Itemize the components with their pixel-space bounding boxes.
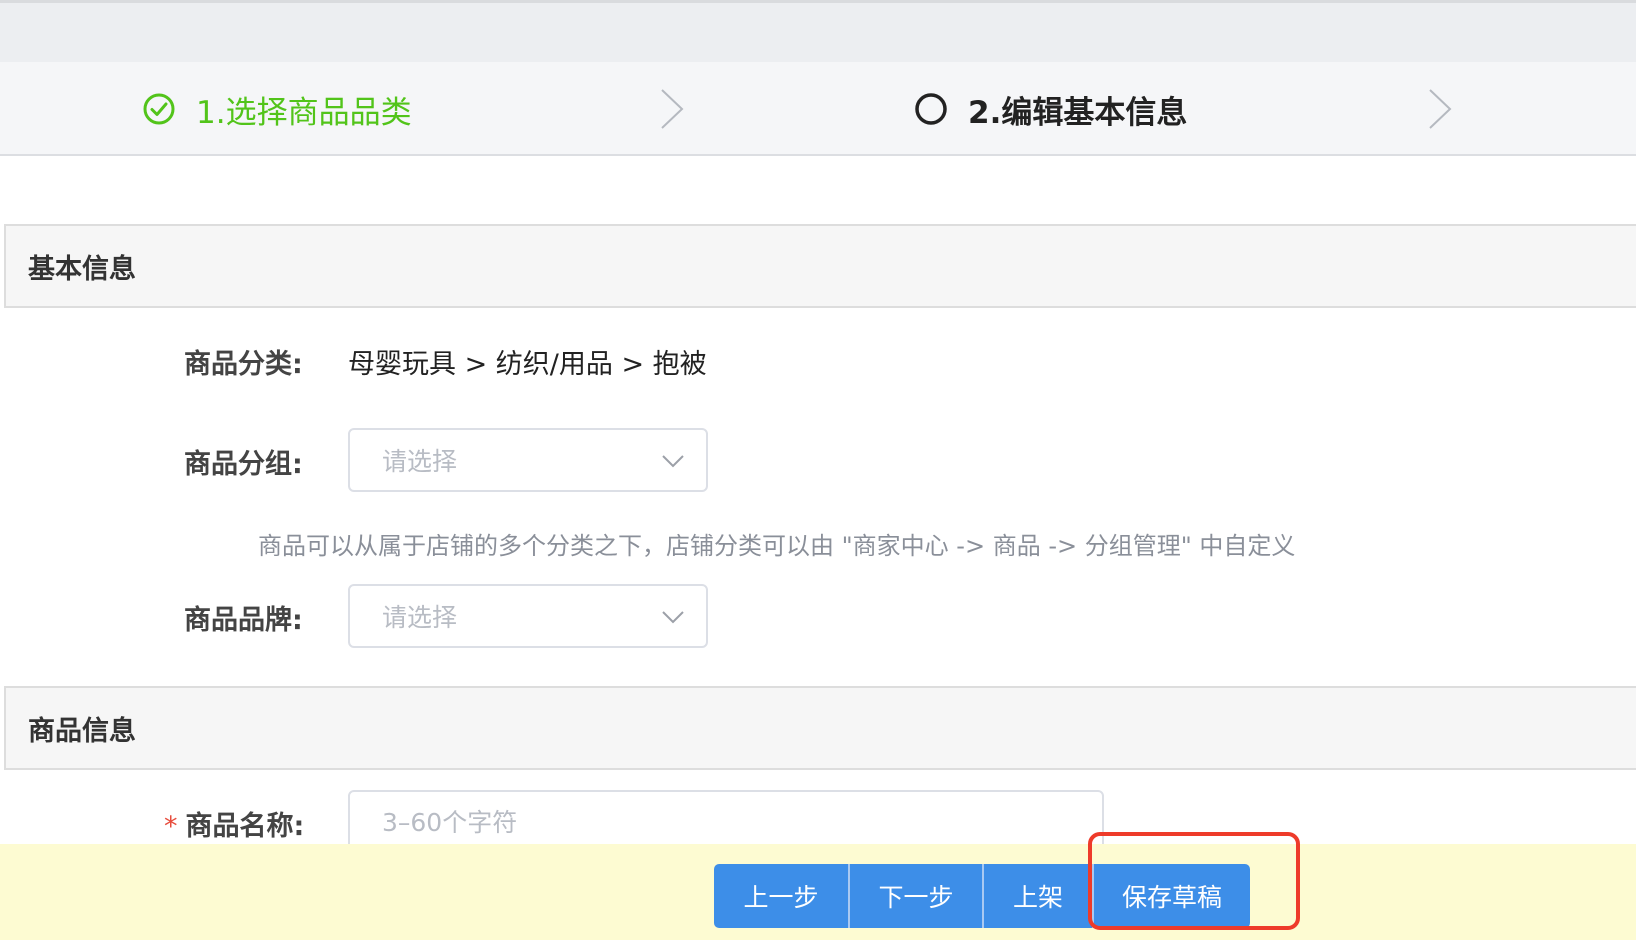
step-progress-bar: 1.选择商品品类 2.编辑基本信息 [0,62,1636,156]
top-header-band [0,0,1636,62]
group-select[interactable]: 请选择 [348,428,708,492]
group-label: 商品分组: [184,449,303,480]
chevron-right-icon [1429,89,1452,129]
required-mark: * [164,811,178,842]
category-label: 商品分类: [184,349,303,380]
product-name-label-text: 商品名称: [185,811,305,842]
step-select-category[interactable]: 1.选择商品品类 [142,62,412,156]
brand-select[interactable]: 请选择 [348,584,708,648]
chevron-down-icon [662,455,684,468]
group-hint-text: 商品可以从属于店铺的多个分类之下，店铺分类可以由 "商家中心 -> 商品 -> … [258,532,1296,560]
product-name-label: * 商品名称: [164,804,304,843]
put-on-shelf-button[interactable]: 上架 [982,864,1092,928]
save-draft-button[interactable]: 保存草稿 [1092,864,1250,928]
brand-select-placeholder: 请选择 [382,603,458,632]
next-step-button[interactable]: 下一步 [848,864,982,928]
section-header-basic-info: 基本信息 [4,224,1636,308]
section-header-product-info: 商品信息 [4,686,1636,770]
step-label: 1.选择商品品类 [196,94,412,131]
chevron-right-icon [661,89,684,129]
step-label: 2.编辑基本信息 [968,94,1188,131]
group-select-placeholder: 请选择 [382,447,458,476]
circle-icon [915,93,947,125]
prev-step-button[interactable]: 上一步 [714,864,848,928]
chevron-down-icon [662,611,684,624]
check-circle-icon [143,93,175,125]
footer-button-group: 上一步 下一步 上架 保存草稿 [714,864,1250,928]
step-edit-basic-info[interactable]: 2.编辑基本信息 [914,62,1187,156]
category-value: 母婴玩具 > 纺织/用品 > 抱被 [348,349,707,380]
brand-label: 商品品牌: [184,605,303,636]
